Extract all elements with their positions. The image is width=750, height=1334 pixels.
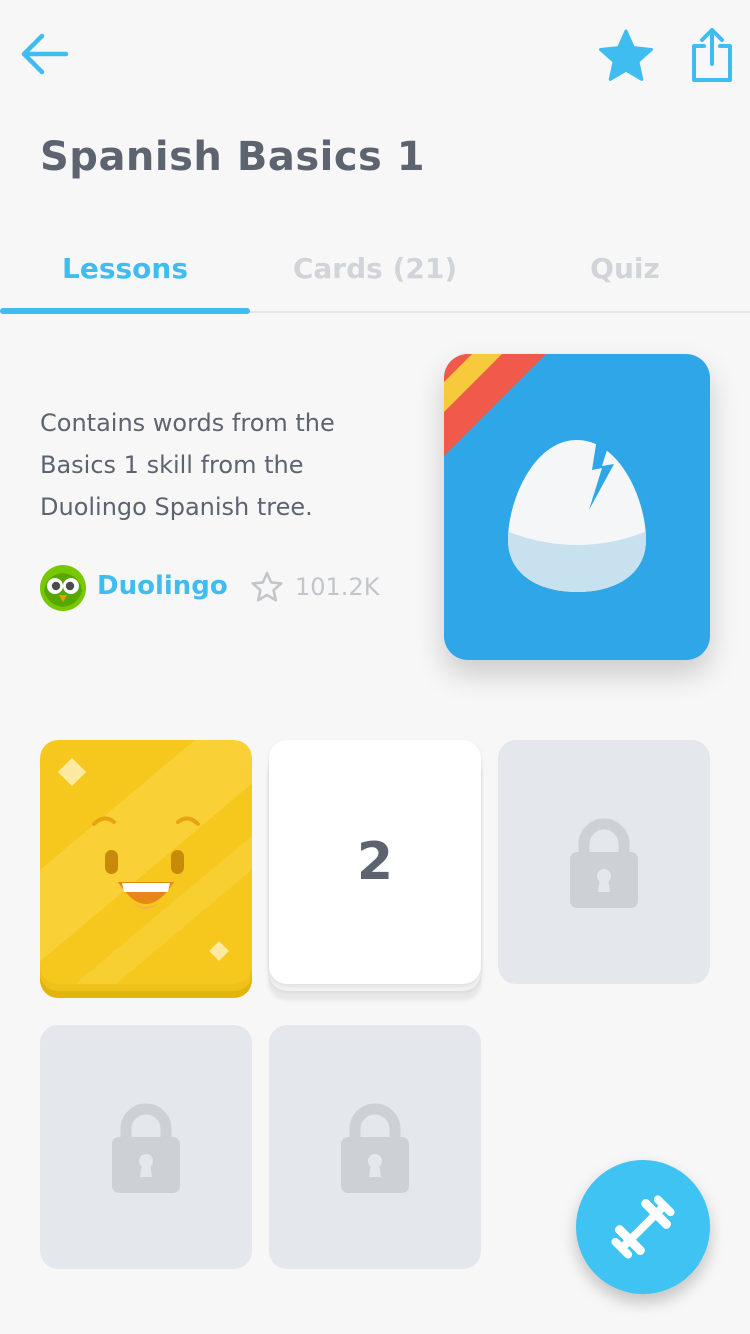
lesson-card-current[interactable]: 2 [269, 740, 481, 998]
tab-lessons[interactable]: Lessons [0, 252, 250, 292]
deck-cover [444, 354, 710, 660]
lesson-number: 2 [356, 832, 394, 892]
lock-icon [570, 818, 638, 908]
lock-icon [112, 1103, 180, 1193]
lesson-card-completed[interactable] [40, 740, 252, 998]
author-avatar[interactable] [40, 565, 86, 611]
lesson-card-locked [498, 740, 710, 984]
dumbbell-icon [611, 1195, 675, 1259]
author-name[interactable]: Duolingo [97, 571, 228, 601]
duolingo-owl-icon [40, 565, 86, 611]
lesson-card-locked [269, 1025, 481, 1269]
back-arrow-icon [21, 33, 69, 75]
back-button[interactable] [18, 30, 70, 78]
happy-face-icon [40, 740, 252, 984]
tab-quiz[interactable]: Quiz [500, 252, 750, 292]
page-title: Spanish Basics 1 [40, 134, 426, 180]
share-button[interactable] [690, 26, 734, 84]
practice-button[interactable] [576, 1160, 710, 1294]
deck-description: Contains words from the Basics 1 skill f… [40, 409, 335, 521]
rating-count: 101.2K [295, 573, 380, 601]
favorite-button[interactable] [597, 28, 655, 84]
active-tab-indicator [0, 308, 250, 314]
cracked-egg-icon [444, 354, 646, 592]
tab-cards[interactable]: Cards (21) [250, 252, 500, 292]
star-outline-icon [251, 571, 283, 602]
rating-star [250, 570, 284, 604]
lesson-card-locked [40, 1025, 252, 1269]
lock-icon [341, 1103, 409, 1193]
star-icon [599, 29, 653, 81]
share-icon [692, 28, 732, 82]
